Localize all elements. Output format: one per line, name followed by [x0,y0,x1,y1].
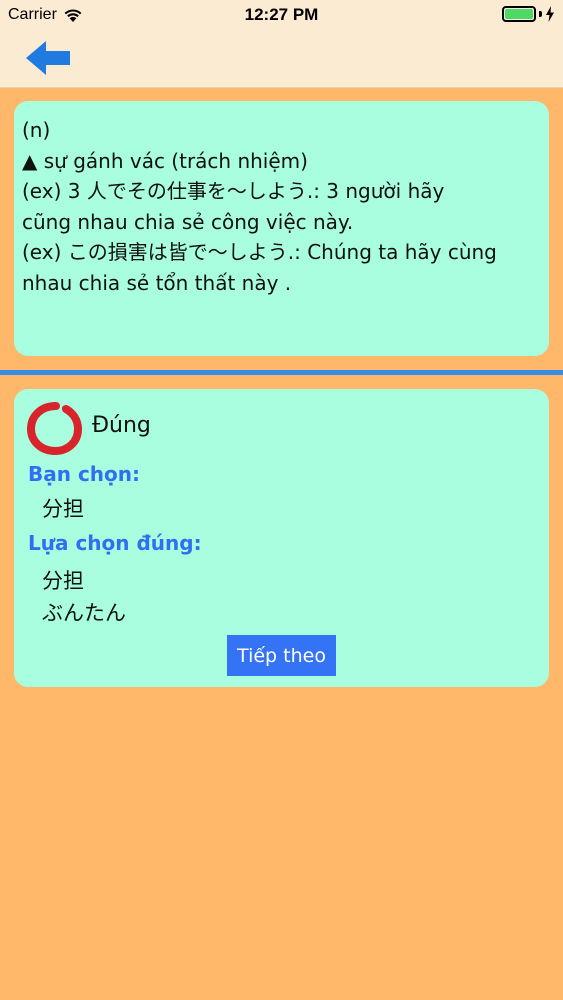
chosen-answer: 分担 [42,497,84,521]
enso-circle-icon [26,402,83,456]
navigation-bar [0,30,563,88]
definition-card: (n) ▲ sự gánh vác (trách nhiệm) (ex) 3 人… [14,101,549,356]
status-time: 12:27 PM [244,5,319,24]
battery-level [505,9,533,19]
battery-icon [502,6,536,22]
definition-text: (n) ▲ sự gánh vác (trách nhiệm) (ex) 3 人… [22,118,497,295]
result-status: Đúng [92,413,151,438]
charging-bolt-icon [546,6,554,22]
correct-label: Lựa chọn đúng: [28,531,202,555]
status-right [502,6,555,22]
status-bar: Carrier 12:27 PM [0,0,563,30]
next-button[interactable]: Tiếp theo [227,635,336,676]
battery-cap [539,11,542,17]
result-card: Đúng Bạn chọn: 分担 Lựa chọn đúng: 分担 ぶんたん… [14,389,549,687]
chosen-label: Bạn chọn: [28,462,141,486]
correct-answer-kanji: 分担 [42,569,84,593]
arrow-left-icon [26,41,70,75]
section-divider [0,370,563,375]
back-button[interactable] [22,36,74,80]
correct-answer-kana: ぶんたん [42,601,126,625]
